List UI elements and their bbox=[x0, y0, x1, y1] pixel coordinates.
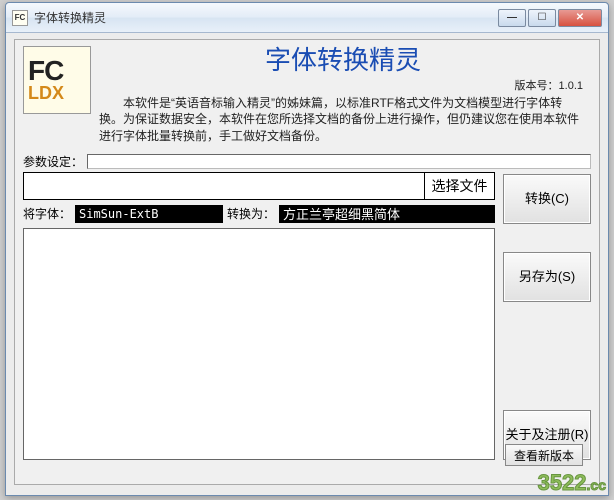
to-font-input[interactable] bbox=[279, 205, 495, 223]
spacer bbox=[503, 330, 591, 382]
params-input[interactable] bbox=[87, 154, 591, 169]
params-label: 参数设定： bbox=[23, 153, 83, 170]
titlebar[interactable]: FC 字体转换精灵 bbox=[6, 3, 608, 33]
app-icon: FC bbox=[12, 10, 28, 26]
saveas-button[interactable]: 另存为(S) bbox=[503, 252, 591, 302]
from-font-label: 将字体： bbox=[23, 205, 75, 222]
choose-file-button[interactable]: 选择文件 bbox=[425, 172, 495, 200]
params-row: 参数设定： bbox=[15, 149, 599, 172]
logo-line2: LDX bbox=[28, 84, 64, 102]
logo: FC LDX bbox=[23, 46, 91, 114]
version-value: 1.0.1 bbox=[559, 80, 583, 92]
file-path-input[interactable] bbox=[23, 172, 425, 200]
main-area: 选择文件 将字体： 转换为： 转换(C) 另存为(S) 关于及注册(R) bbox=[15, 172, 599, 468]
window-controls bbox=[498, 9, 602, 27]
version-label: 版本号： bbox=[515, 80, 559, 92]
version-row: 版本号：1.0.1 bbox=[95, 77, 591, 93]
right-column: 转换(C) 另存为(S) 关于及注册(R) bbox=[503, 172, 591, 460]
minimize-button[interactable] bbox=[498, 9, 526, 27]
file-row: 选择文件 bbox=[23, 172, 495, 200]
maximize-button[interactable] bbox=[528, 9, 556, 27]
close-button[interactable] bbox=[558, 9, 602, 27]
convert-button[interactable]: 转换(C) bbox=[503, 174, 591, 224]
dialog-body: FC LDX 字体转换精灵 版本号：1.0.1 本软件是“英语音标输入精灵”的姊… bbox=[14, 39, 600, 485]
to-font-label: 转换为： bbox=[223, 205, 279, 222]
header-content: 字体转换精灵 版本号：1.0.1 本软件是“英语音标输入精灵”的姊妹篇，以标准R… bbox=[91, 46, 591, 145]
header-area: FC LDX 字体转换精灵 版本号：1.0.1 本软件是“英语音标输入精灵”的姊… bbox=[15, 40, 599, 149]
font-row: 将字体： 转换为： bbox=[23, 204, 495, 224]
app-title: 字体转换精灵 bbox=[95, 46, 591, 75]
from-font-input[interactable] bbox=[75, 205, 223, 223]
app-window: FC 字体转换精灵 FC LDX 字体转换精灵 版本号：1.0.1 本软件是“英… bbox=[5, 2, 609, 496]
window-title: 字体转换精灵 bbox=[34, 9, 498, 26]
output-area[interactable] bbox=[23, 228, 495, 460]
description: 本软件是“英语音标输入精灵”的姊妹篇，以标准RTF格式文件为文档模型进行字体转换… bbox=[95, 93, 591, 145]
left-column: 选择文件 将字体： 转换为： bbox=[23, 172, 495, 460]
check-new-version-button[interactable]: 查看新版本 bbox=[505, 444, 583, 466]
logo-line1: FC bbox=[28, 58, 63, 85]
